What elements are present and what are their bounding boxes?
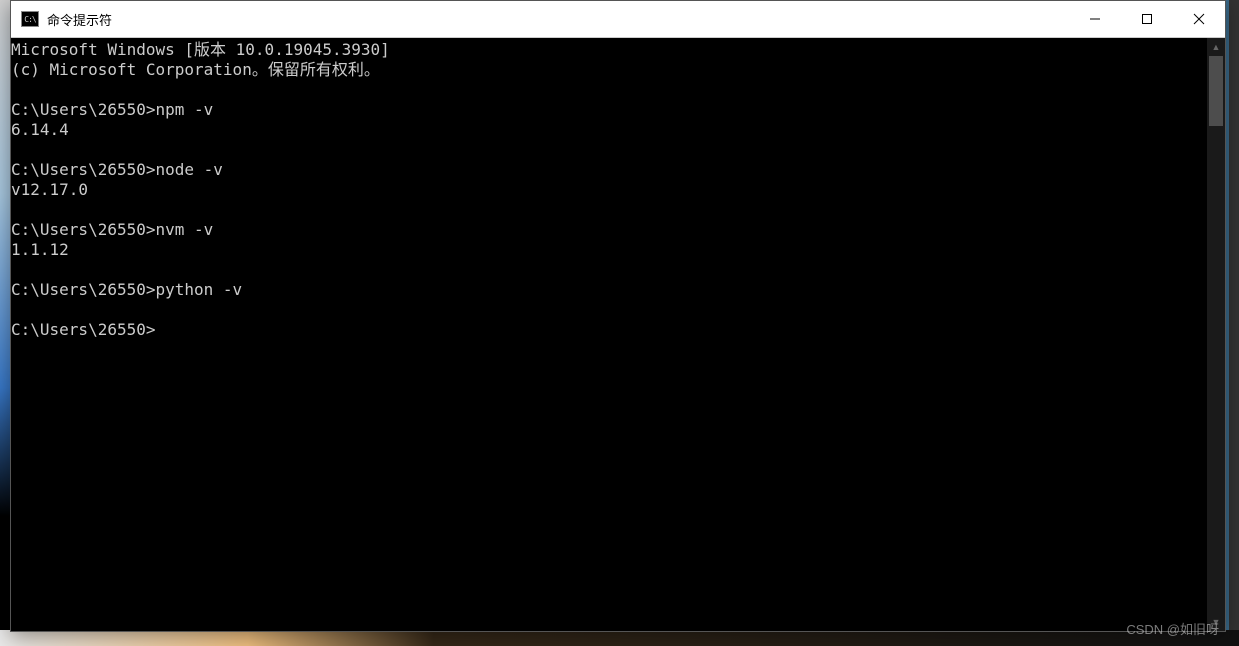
terminal-line	[11, 200, 1207, 220]
terminal-line	[11, 80, 1207, 100]
terminal-line: Microsoft Windows [版本 10.0.19045.3930]	[11, 40, 1207, 60]
terminal-output[interactable]: Microsoft Windows [版本 10.0.19045.3930](c…	[11, 38, 1207, 631]
background-bottom-strip	[0, 630, 1239, 646]
maximize-icon	[1141, 13, 1153, 25]
terminal-area: Microsoft Windows [版本 10.0.19045.3930](c…	[11, 38, 1225, 631]
terminal-line: C:\Users\26550>nvm -v	[11, 220, 1207, 240]
minimize-button[interactable]	[1069, 1, 1121, 37]
window-title: 命令提示符	[47, 10, 1069, 29]
cmd-window: C:\ 命令提示符 Microsoft Windows [版本 10.0.190…	[10, 0, 1226, 632]
scrollbar[interactable]: ▲ ▼	[1207, 38, 1225, 631]
scrollbar-thumb[interactable]	[1209, 56, 1223, 126]
window-controls	[1069, 1, 1225, 37]
terminal-line: C:\Users\26550>npm -v	[11, 100, 1207, 120]
close-icon	[1193, 13, 1205, 25]
close-button[interactable]	[1173, 1, 1225, 37]
terminal-line: 1.1.12	[11, 240, 1207, 260]
terminal-line	[11, 140, 1207, 160]
terminal-line: (c) Microsoft Corporation。保留所有权利。	[11, 60, 1207, 80]
terminal-line: C:\Users\26550>python -v	[11, 280, 1207, 300]
terminal-line: v12.17.0	[11, 180, 1207, 200]
terminal-line: C:\Users\26550>node -v	[11, 160, 1207, 180]
minimize-icon	[1089, 13, 1101, 25]
terminal-line	[11, 260, 1207, 280]
scrollbar-up-arrow[interactable]: ▲	[1207, 38, 1225, 56]
terminal-line: 6.14.4	[11, 120, 1207, 140]
cmd-icon: C:\	[21, 11, 39, 27]
terminal-line: C:\Users\26550>	[11, 320, 1207, 340]
scrollbar-down-arrow[interactable]: ▼	[1207, 613, 1225, 631]
maximize-button[interactable]	[1121, 1, 1173, 37]
terminal-line	[11, 300, 1207, 320]
titlebar[interactable]: C:\ 命令提示符	[11, 1, 1225, 38]
background-right-strip	[1229, 0, 1239, 646]
